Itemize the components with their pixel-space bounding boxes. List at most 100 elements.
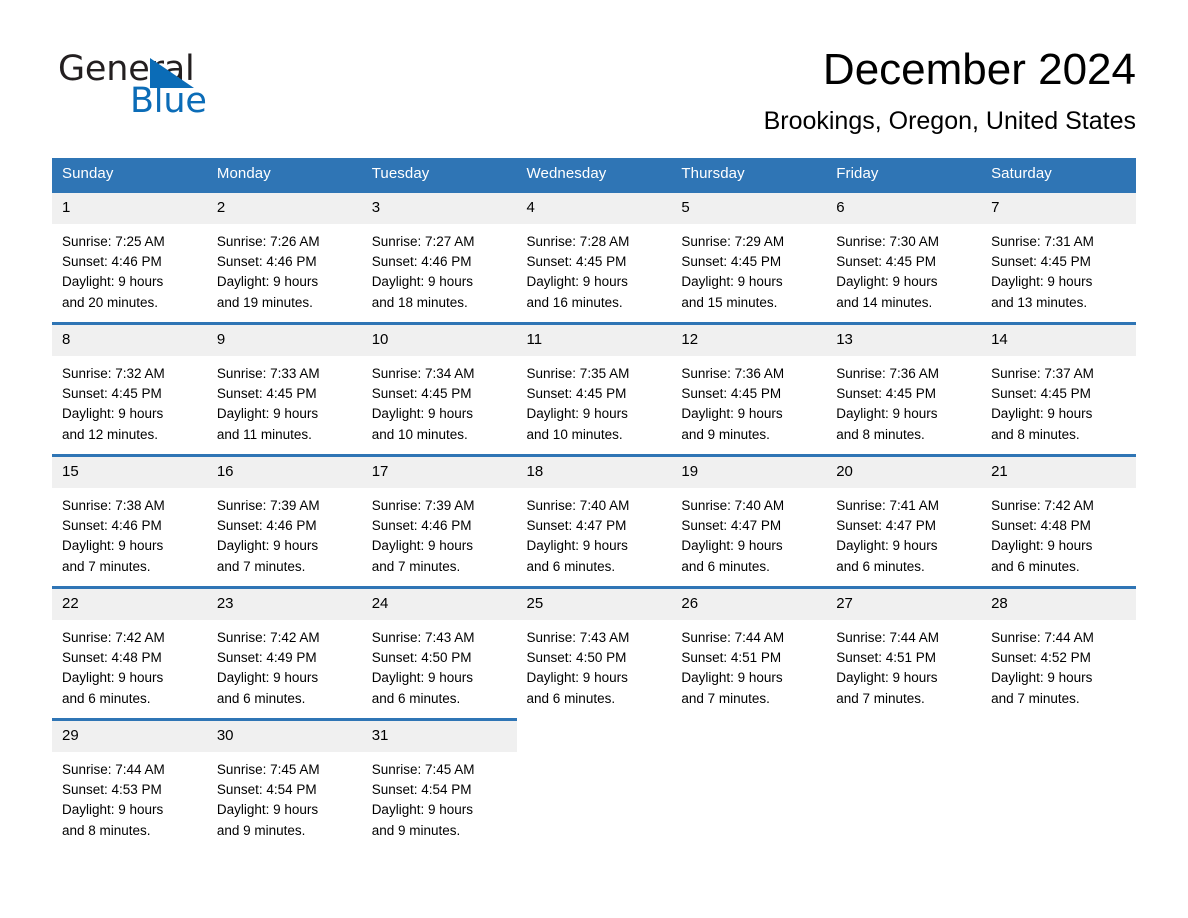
- day-details: Sunrise: 7:40 AM Sunset: 4:47 PM Daylight:…: [517, 488, 672, 577]
- calendar-day-cell[interactable]: 31 Sunrise: 7:45 AM Sunset: 4:54 PM Dayligh…: [361, 718, 517, 850]
- calendar-day-cell[interactable]: 5 Sunrise: 7:29 AM Sunset: 4:45 PM Daylight…: [671, 190, 827, 324]
- calendar-day-cell[interactable]: 12 Sunrise: 7:36 AM Sunset: 4:45 PM Dayligh…: [671, 322, 827, 456]
- daylight-text-line1: Daylight: 9 hours: [681, 406, 783, 422]
- sunrise-text: Sunrise: 7:40 AM: [681, 498, 785, 513]
- daylight-text-line1: Daylight: 9 hours: [836, 538, 938, 554]
- calendar-day-cell[interactable]: 23 Sunrise: 7:42 AM Sunset: 4:49 PM Dayligh…: [206, 586, 362, 720]
- calendar-day-cell[interactable]: 13 Sunrise: 7:36 AM Sunset: 4:45 PM Dayligh…: [826, 322, 982, 456]
- daylight-text-line2: and 6 minutes.: [526, 690, 616, 706]
- day-details: Sunrise: 7:31 AM Sunset: 4:45 PM Daylight:…: [981, 224, 1136, 313]
- calendar-day-cell[interactable]: 15 Sunrise: 7:38 AM Sunset: 4:46 PM Dayligh…: [52, 454, 207, 588]
- day-details: Sunrise: 7:33 AM Sunset: 4:45 PM Daylight:…: [207, 356, 362, 445]
- daylight-text-line2: and 16 minutes.: [526, 294, 623, 310]
- calendar-day-cell[interactable]: 25 Sunrise: 7:43 AM Sunset: 4:50 PM Dayligh…: [516, 586, 672, 720]
- daylight-text-line1: Daylight: 9 hours: [216, 538, 319, 554]
- sunrise-text: Sunrise: 7:27 AM: [371, 234, 475, 249]
- daylight-text-line1: Daylight: 9 hours: [62, 802, 164, 818]
- day-details: Sunrise: 7:28 AM Sunset: 4:45 PM Daylight:…: [517, 224, 672, 313]
- calendar-day-cell[interactable]: 28 Sunrise: 7:44 AM Sunset: 4:52 PM Dayligh…: [981, 586, 1136, 720]
- sunset-text: Sunset: 4:51 PM: [681, 650, 782, 666]
- sunset-text: Sunset: 4:46 PM: [371, 254, 472, 270]
- calendar-day-cell[interactable]: 24 Sunrise: 7:43 AM Sunset: 4:50 PM Dayligh…: [361, 586, 517, 720]
- calendar-day-cell[interactable]: 18 Sunrise: 7:40 AM Sunset: 4:47 PM Dayligh…: [516, 454, 672, 588]
- calendar-day-cell[interactable]: 14 Sunrise: 7:37 AM Sunset: 4:45 PM Dayligh…: [981, 322, 1136, 456]
- daylight-text-line1: Daylight: 9 hours: [371, 274, 473, 290]
- day-number: 11: [516, 325, 672, 356]
- day-details: Sunrise: 7:35 AM Sunset: 4:45 PM Daylight:…: [517, 356, 672, 445]
- day-details: Sunrise: 7:36 AM Sunset: 4:45 PM Daylight:…: [671, 356, 826, 445]
- calendar-week-row: 1 Sunrise: 7:25 AM Sunset: 4:46 PM Daylight…: [52, 190, 1136, 324]
- day-details: Sunrise: 7:40 AM Sunset: 4:47 PM Daylight:…: [671, 488, 826, 577]
- calendar-day-cell[interactable]: 6 Sunrise: 7:30 AM Sunset: 4:45 PM Daylight…: [826, 190, 982, 324]
- weekday-header-monday: Monday: [206, 158, 362, 192]
- day-details: Sunrise: 7:44 AM Sunset: 4:51 PM Daylight:…: [826, 620, 981, 709]
- calendar-day-cell[interactable]: 20 Sunrise: 7:41 AM Sunset: 4:47 PM Dayligh…: [826, 454, 982, 588]
- day-details: Sunrise: 7:42 AM Sunset: 4:48 PM Daylight:…: [52, 620, 207, 709]
- sunrise-text: Sunrise: 7:32 AM: [62, 366, 165, 381]
- day-details: Sunrise: 7:36 AM Sunset: 4:45 PM Daylight:…: [826, 356, 981, 445]
- sunset-text: Sunset: 4:46 PM: [216, 254, 317, 270]
- daylight-text-line2: and 6 minutes.: [681, 558, 770, 574]
- daylight-text-line1: Daylight: 9 hours: [836, 406, 938, 422]
- sunset-text: Sunset: 4:45 PM: [526, 254, 627, 270]
- sunset-text: Sunset: 4:48 PM: [991, 518, 1091, 534]
- sunset-text: Sunset: 4:47 PM: [526, 518, 627, 534]
- daylight-text-line1: Daylight: 9 hours: [216, 802, 319, 818]
- calendar-day-cell[interactable]: 21 Sunrise: 7:42 AM Sunset: 4:48 PM Dayligh…: [981, 454, 1136, 588]
- calendar-day-cell[interactable]: 2 Sunrise: 7:26 AM Sunset: 4:46 PM Daylight…: [206, 190, 362, 324]
- day-number: 28: [981, 589, 1136, 620]
- day-number: 19: [671, 457, 827, 488]
- calendar-day-cell[interactable]: 11 Sunrise: 7:35 AM Sunset: 4:45 PM Dayligh…: [516, 322, 672, 456]
- day-number: 26: [671, 589, 827, 620]
- calendar-day-cell[interactable]: 3 Sunrise: 7:27 AM Sunset: 4:46 PM Daylight…: [361, 190, 517, 324]
- calendar-day-cell[interactable]: 4 Sunrise: 7:28 AM Sunset: 4:45 PM Daylight…: [516, 190, 672, 324]
- daylight-text-line2: and 7 minutes.: [991, 690, 1080, 706]
- calendar-page: General Blue December 2024 Brookings, Or…: [0, 0, 1188, 918]
- calendar-day-cell[interactable]: 9 Sunrise: 7:33 AM Sunset: 4:45 PM Daylight…: [206, 322, 362, 456]
- sunset-text: Sunset: 4:53 PM: [62, 782, 162, 798]
- calendar-day-cell[interactable]: 30 Sunrise: 7:45 AM Sunset: 4:54 PM Dayligh…: [206, 718, 362, 850]
- calendar-header-row: Sunday Monday Tuesday Wednesday Thursday…: [52, 158, 1136, 192]
- calendar-day-cell[interactable]: 7 Sunrise: 7:31 AM Sunset: 4:45 PM Daylight…: [981, 190, 1136, 324]
- sunset-text: Sunset: 4:47 PM: [836, 518, 937, 534]
- sunrise-text: Sunrise: 7:40 AM: [526, 498, 630, 513]
- sunrise-text: Sunrise: 7:29 AM: [681, 234, 785, 249]
- sunset-text: Sunset: 4:46 PM: [371, 518, 472, 534]
- calendar-day-cell[interactable]: 22 Sunrise: 7:42 AM Sunset: 4:48 PM Dayligh…: [52, 586, 207, 720]
- daylight-text-line1: Daylight: 9 hours: [371, 406, 473, 422]
- day-number: 13: [826, 325, 982, 356]
- day-details: Sunrise: 7:29 AM Sunset: 4:45 PM Daylight:…: [671, 224, 826, 313]
- day-details: Sunrise: 7:26 AM Sunset: 4:46 PM Daylight:…: [207, 224, 362, 313]
- calendar-day-cell[interactable]: 27 Sunrise: 7:44 AM Sunset: 4:51 PM Dayligh…: [826, 586, 982, 720]
- daylight-text-line2: and 20 minutes.: [62, 294, 159, 310]
- day-number: 14: [981, 325, 1136, 356]
- calendar-day-cell[interactable]: 26 Sunrise: 7:44 AM Sunset: 4:51 PM Dayligh…: [671, 586, 827, 720]
- sunset-text: Sunset: 4:45 PM: [681, 386, 782, 402]
- day-number: 30: [206, 721, 362, 752]
- daylight-text-line2: and 8 minutes.: [991, 426, 1080, 442]
- daylight-text-line1: Daylight: 9 hours: [526, 670, 628, 686]
- day-number: 12: [671, 325, 827, 356]
- sunset-text: Sunset: 4:50 PM: [526, 650, 627, 666]
- daylight-text-line1: Daylight: 9 hours: [991, 538, 1093, 554]
- calendar-day-cell[interactable]: 1 Sunrise: 7:25 AM Sunset: 4:46 PM Daylight…: [52, 190, 207, 324]
- sunrise-text: Sunrise: 7:35 AM: [526, 366, 630, 381]
- calendar-day-cell[interactable]: 19 Sunrise: 7:40 AM Sunset: 4:47 PM Dayligh…: [671, 454, 827, 588]
- sunset-text: Sunset: 4:50 PM: [371, 650, 472, 666]
- generalblue-logo[interactable]: General Blue: [58, 52, 318, 119]
- daylight-text-line1: Daylight: 9 hours: [681, 274, 783, 290]
- day-details: Sunrise: 7:42 AM Sunset: 4:48 PM Daylight:…: [981, 488, 1136, 577]
- calendar-day-cell[interactable]: 8 Sunrise: 7:32 AM Sunset: 4:45 PM Daylight…: [52, 322, 207, 456]
- sunrise-text: Sunrise: 7:36 AM: [681, 366, 785, 381]
- calendar-day-cell[interactable]: 17 Sunrise: 7:39 AM Sunset: 4:46 PM Dayligh…: [361, 454, 517, 588]
- calendar-day-cell[interactable]: 16 Sunrise: 7:39 AM Sunset: 4:46 PM Dayligh…: [206, 454, 362, 588]
- day-details: Sunrise: 7:44 AM Sunset: 4:51 PM Daylight:…: [671, 620, 826, 709]
- calendar-day-cell[interactable]: 10 Sunrise: 7:34 AM Sunset: 4:45 PM Dayligh…: [361, 322, 517, 456]
- daylight-text-line1: Daylight: 9 hours: [216, 274, 319, 290]
- daylight-text-line2: and 7 minutes.: [836, 690, 925, 706]
- day-details: Sunrise: 7:27 AM Sunset: 4:46 PM Daylight:…: [362, 224, 517, 313]
- calendar-day-cell[interactable]: 29 Sunrise: 7:44 AM Sunset: 4:53 PM Dayligh…: [52, 718, 207, 850]
- daylight-text-line2: and 13 minutes.: [991, 294, 1088, 310]
- daylight-text-line2: and 9 minutes.: [681, 426, 770, 442]
- day-details: Sunrise: 7:43 AM Sunset: 4:50 PM Daylight:…: [362, 620, 517, 709]
